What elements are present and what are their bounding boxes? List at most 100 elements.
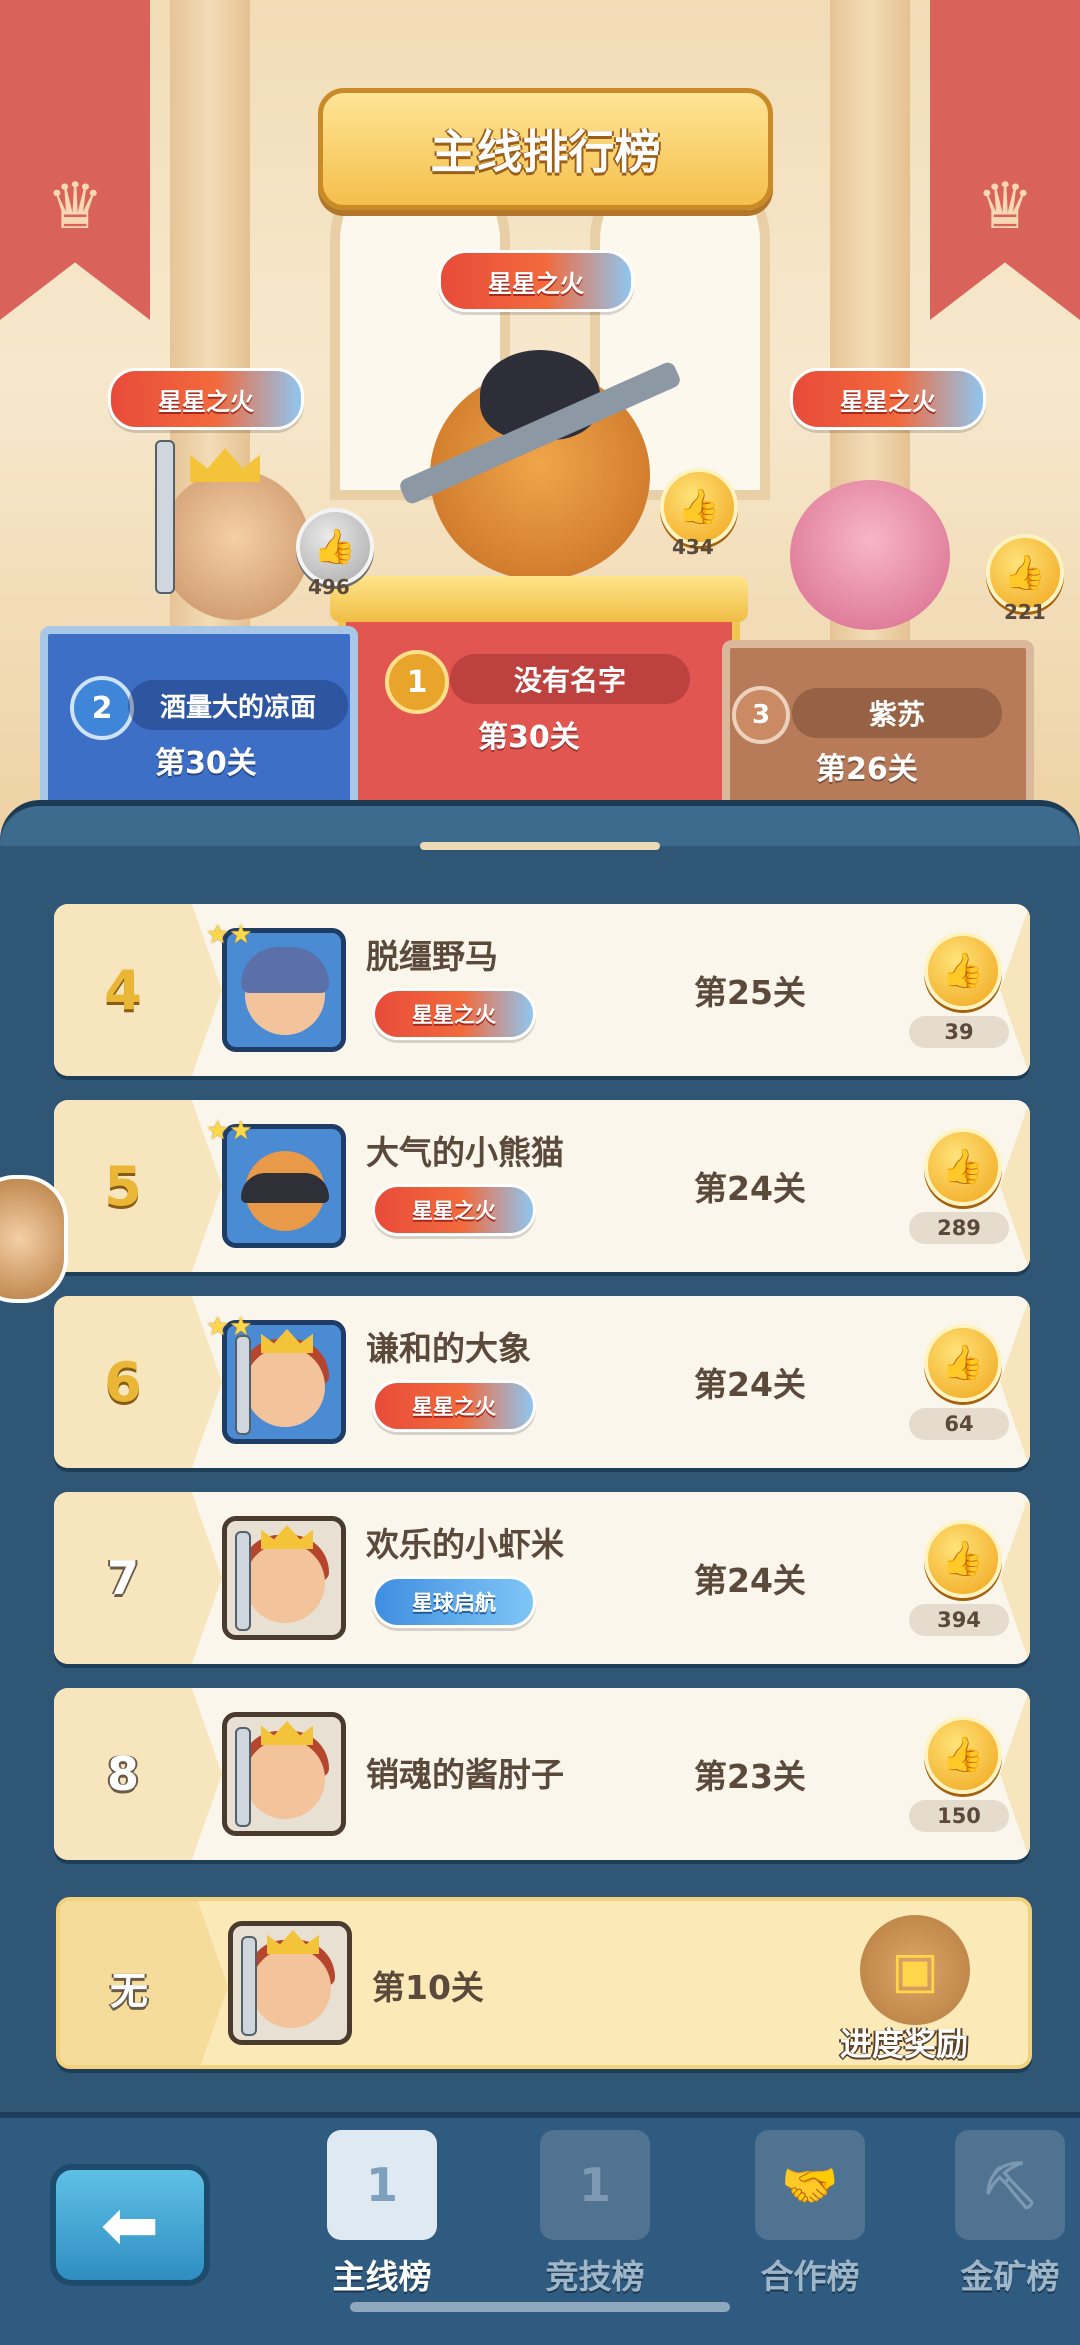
like-count-third: 221 — [1004, 600, 1046, 624]
star-icon: ★★ — [206, 1312, 253, 1342]
rank-cell: 8 — [54, 1688, 222, 1860]
player-name: 脱缰野马 — [366, 937, 498, 976]
rank-number: 4 — [104, 958, 142, 1022]
tab-label: 主线榜 — [332, 2257, 432, 2296]
tab-coop-rank[interactable]: 🤝 合作榜 — [730, 2130, 890, 2320]
panel-top-edge — [0, 806, 1080, 846]
back-button[interactable]: ⬅ — [50, 2164, 210, 2286]
stage-level: 第23关 — [694, 1757, 806, 1796]
rank-cell: 无 — [60, 1901, 228, 2065]
like-count: 394 — [909, 1604, 1009, 1636]
like-button[interactable]: 👍 — [924, 1324, 1002, 1402]
rank-number: 7 — [106, 1551, 139, 1605]
player-name: 大气的小熊猫 — [366, 1133, 564, 1172]
stage-level: 第24关 — [694, 1561, 806, 1600]
rank-row-4[interactable]: 4 ★★ 脱缰野马 星星之火 第25关 👍 39 — [54, 904, 1030, 1076]
page-title: 主线排行榜 — [430, 125, 661, 179]
title-ribbon: 主线排行榜 — [318, 88, 773, 210]
like-count: 64 — [909, 1408, 1009, 1440]
second-place-character — [160, 470, 310, 620]
title-badge: 星球启航 — [372, 1576, 536, 1628]
badge-label: 星星之火 — [412, 1395, 496, 1419]
title-badge: 星星之火 — [372, 1184, 536, 1236]
badge-label: 星星之火 — [412, 1199, 496, 1223]
avatar-face — [245, 1543, 325, 1623]
row-edge — [1000, 1100, 1030, 1272]
like-count-first: 434 — [672, 535, 714, 559]
treasure-chest-icon[interactable]: ▣ — [860, 1915, 970, 2025]
sword-icon — [235, 1727, 251, 1827]
player-name-first: 没有名字 — [450, 654, 690, 704]
my-avatar[interactable] — [228, 1921, 352, 2045]
rank-row-6[interactable]: 6 ★★ 谦和的大象 星星之火 第24关 👍 64 — [54, 1296, 1030, 1468]
rank-number: 5 — [104, 1154, 142, 1218]
stage-level: 第24关 — [694, 1365, 806, 1404]
stage-level-third: 第26关 — [816, 752, 918, 787]
stage-level-second: 第30关 — [155, 746, 257, 781]
like-count-second: 496 — [308, 575, 350, 599]
podium-icon: 1 — [327, 2130, 437, 2240]
rank-medal-third: 3 — [732, 686, 790, 744]
player-avatar[interactable] — [222, 1516, 346, 1640]
my-stage-level: 第10关 — [372, 1968, 484, 2007]
home-indicator — [350, 2302, 730, 2312]
sword-icon — [235, 1335, 251, 1435]
tab-main-rank[interactable]: 1 主线榜 — [302, 2130, 462, 2320]
like-button[interactable]: 👍 — [924, 932, 1002, 1010]
sword-icon — [155, 440, 175, 594]
like-count: 150 — [909, 1800, 1009, 1832]
floating-avatar-button[interactable] — [0, 1175, 68, 1303]
rank-cell: 4 — [54, 904, 222, 1076]
player-avatar[interactable] — [222, 1712, 346, 1836]
rank-row-5[interactable]: 5 ★★ 大气的小熊猫 星星之火 第24关 👍 289 — [54, 1100, 1030, 1272]
crown-icon — [261, 1721, 313, 1745]
title-badge-third: 星星之火 — [790, 368, 986, 430]
player-name-third: 紫苏 — [792, 688, 1002, 738]
like-button[interactable]: 👍 — [924, 1716, 1002, 1794]
row-edge — [1000, 904, 1030, 1076]
rank-number: 无 — [109, 1968, 148, 2013]
star-icon: ★★ — [206, 1116, 253, 1146]
row-edge — [1000, 1296, 1030, 1468]
sword-icon — [241, 1936, 257, 2036]
tab-goldmine-rank[interactable]: ⛏ 金矿榜 — [940, 2130, 1080, 2320]
badge-label: 星星之火 — [488, 269, 584, 298]
back-arrow-icon: ⬅ — [100, 2184, 160, 2266]
rank-number: 8 — [106, 1747, 139, 1801]
like-count: 289 — [909, 1212, 1009, 1244]
crown-icon — [261, 1525, 313, 1549]
panel-divider — [420, 842, 660, 850]
stage-level: 第25关 — [694, 973, 806, 1012]
rank-flag-icon: 1 — [540, 2130, 650, 2240]
player-name-second: 酒量大的凉面 — [128, 680, 348, 730]
title-badge: 星星之火 — [372, 1380, 536, 1432]
avatar-face — [245, 1739, 325, 1819]
rank-cell: 5 — [54, 1100, 222, 1272]
rank-row-8[interactable]: 8 销魂的酱肘子 第23关 👍 150 — [54, 1688, 1030, 1860]
row-edge — [1000, 1688, 1030, 1860]
third-place-character — [790, 480, 950, 630]
stage-level-first: 第30关 — [478, 720, 580, 755]
rank-row-7[interactable]: 7 欢乐的小虾米 星球启航 第24关 👍 394 — [54, 1492, 1030, 1664]
tab-arena-rank[interactable]: 1 竞技榜 — [515, 2130, 675, 2320]
crown-icon: ♛ — [46, 170, 104, 244]
title-badge: 星星之火 — [372, 988, 536, 1040]
player-name: 欢乐的小虾米 — [366, 1525, 564, 1564]
progress-reward-label[interactable]: 进度奖励 — [840, 2019, 968, 2065]
like-button[interactable]: 👍 — [924, 1520, 1002, 1598]
rank-medal-second: 2 — [70, 676, 134, 740]
avatar-mask — [241, 1173, 329, 1203]
stage-level: 第24关 — [694, 1169, 806, 1208]
like-button[interactable]: 👍 — [924, 1128, 1002, 1206]
title-badge-first: 星星之火 — [438, 250, 634, 312]
rank-medal-first: 1 — [385, 650, 449, 714]
crown-icon — [261, 1329, 313, 1353]
right-banner: ♛ — [930, 0, 1080, 320]
tab-label: 合作榜 — [760, 2257, 860, 2296]
mine-cart-icon: ⛏ — [955, 2130, 1065, 2240]
podium-first-top — [330, 576, 748, 622]
my-rank-row: 无 第10关 ▣ 进度奖励 — [56, 1897, 1032, 2069]
like-count: 39 — [909, 1016, 1009, 1048]
title-badge-second: 星星之火 — [108, 368, 304, 430]
rank-number: 6 — [104, 1350, 142, 1414]
